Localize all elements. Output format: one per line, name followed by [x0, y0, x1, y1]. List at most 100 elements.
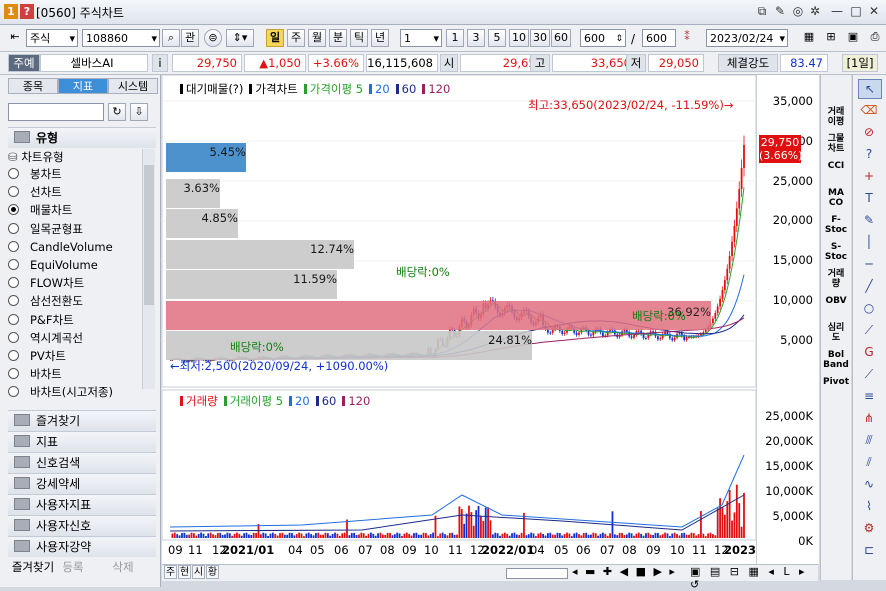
maximize-button[interactable]: □ — [849, 4, 863, 18]
chart-type-item[interactable]: P&F차트 — [8, 311, 74, 329]
indicator-button[interactable]: 거래 이평 — [821, 107, 851, 127]
radio-button[interactable] — [8, 368, 19, 380]
arrow-left-right-icon[interactable]: ⇤ — [6, 29, 24, 47]
tab-stocks[interactable]: 종목 — [8, 78, 58, 94]
period-tab[interactable]: 분 — [329, 29, 347, 47]
radio-button[interactable] — [8, 295, 19, 307]
tab-indicators[interactable]: 지표 — [58, 78, 108, 94]
save-icon[interactable]: ▣ — [844, 29, 862, 47]
tick-option-button[interactable]: 10 — [509, 29, 529, 47]
indicator-search-input[interactable] — [8, 103, 104, 121]
cycle-icon[interactable]: ⌇ — [858, 497, 880, 515]
channel-icon[interactable]: ⫽ — [858, 453, 880, 471]
stock-name[interactable]: 셀바스AI — [40, 54, 148, 72]
section-item[interactable]: 즐겨찾기 — [8, 410, 156, 431]
chart-type-item[interactable]: 선차트 — [8, 183, 62, 201]
plus-icon[interactable]: + — [858, 167, 880, 185]
count-total-field[interactable]: 600 — [642, 29, 676, 47]
indicator-button[interactable]: 거래 량 — [821, 269, 851, 289]
section-item[interactable]: 사용자지표 — [8, 494, 156, 515]
tick-option-button[interactable]: 1 — [446, 29, 464, 47]
chart-type-group[interactable]: ⛁ 차트유형 — [8, 149, 64, 165]
chart-type-item[interactable]: 바차트 — [8, 365, 62, 383]
close-button[interactable]: ✕ — [867, 4, 881, 18]
section-item[interactable]: 사용자강약 — [8, 536, 156, 557]
layout-icon[interactable]: ⊞ — [822, 29, 840, 47]
screen-number-badge[interactable]: 1 — [4, 4, 18, 19]
count-stepper[interactable]: 600 ⇕ — [580, 29, 626, 47]
gann-icon[interactable]: G — [858, 343, 880, 361]
radio-button[interactable] — [8, 186, 19, 198]
period-tab[interactable]: 주 — [287, 29, 305, 47]
vertical-line-icon[interactable]: │ — [858, 233, 880, 251]
market-select[interactable]: 주식 ▾ — [26, 29, 78, 47]
tick-option-button[interactable]: 5 — [488, 29, 506, 47]
stock-code-input[interactable]: 108860 ▾ — [82, 29, 160, 47]
chart-type-item[interactable]: 매물차트 — [8, 201, 72, 219]
chart-settings-icon[interactable]: ▦ — [800, 29, 818, 47]
refresh-icon[interactable]: ↻ — [108, 103, 126, 121]
download-icon[interactable]: ⇩ — [130, 103, 148, 121]
info-icon[interactable]: i — [152, 54, 168, 72]
radio-button[interactable] — [8, 277, 19, 289]
tick-select[interactable]: 1 ▾ — [400, 29, 442, 47]
indicator-button[interactable]: Pivot — [821, 377, 851, 387]
related-button[interactable]: 관 — [181, 29, 199, 47]
indicator-button[interactable]: S- Stoc — [821, 242, 851, 262]
radio-button[interactable] — [8, 350, 19, 361]
all-clear-icon[interactable]: ⊘ — [858, 123, 880, 141]
fan-line-icon[interactable]: ⫻ — [858, 431, 880, 449]
minimize-button[interactable]: — — [830, 4, 844, 18]
period-tab[interactable]: 일 — [266, 29, 284, 47]
indicator-button[interactable]: CCI — [821, 161, 851, 171]
radio-button[interactable] — [8, 222, 19, 234]
link-icon[interactable]: ⧉ — [755, 4, 769, 18]
section-item[interactable]: 사용자신호 — [8, 515, 156, 536]
indicator-button[interactable]: 심리 도 — [821, 323, 851, 343]
chart-type-item[interactable]: 바차트(시고저종) — [8, 383, 113, 401]
chart-type-item[interactable]: 일목균형표 — [8, 220, 83, 238]
list-scrollbar[interactable] — [142, 149, 155, 389]
section-item[interactable]: 강세약세 — [8, 473, 156, 494]
indicator-button[interactable]: Bol Band — [821, 350, 851, 370]
up-down-stepper[interactable]: ⇕▾ — [226, 29, 254, 47]
view-controls[interactable]: ▣ ▤ ⊟ ▦ ◂ L ▸ ↺ — [690, 565, 818, 591]
chart-type-item[interactable]: EquiVolume — [8, 256, 98, 274]
chart-type-item[interactable]: 삼선전환도 — [8, 292, 83, 310]
tick-option-button[interactable]: 3 — [467, 29, 485, 47]
bottom-view-tab[interactable]: 주 — [164, 565, 177, 579]
radio-button[interactable] — [8, 204, 19, 216]
speed-line-icon[interactable]: ⟋ — [858, 365, 880, 383]
section-item[interactable]: 지표 — [8, 431, 156, 452]
bottom-view-tab[interactable]: 현 — [178, 565, 191, 579]
search-icon[interactable]: ⌕ — [162, 29, 180, 47]
chart-type-item[interactable]: PV차트 — [8, 347, 66, 365]
bottom-view-tab[interactable]: 황 — [206, 565, 219, 579]
pencil-icon[interactable]: ✎ — [858, 211, 880, 229]
chart-type-item[interactable]: 역시계곡선 — [8, 329, 83, 347]
camera-icon[interactable]: ◎ — [791, 4, 805, 18]
chart-area[interactable]: 대기매물(?) 가격차트 가격이평 5 20 60 120 거래량 거래이평 5 20 60 12… — [162, 75, 776, 564]
radio-button[interactable] — [8, 331, 19, 343]
radio-button[interactable] — [8, 168, 19, 179]
indicator-button[interactable]: 그물 차트 — [821, 134, 851, 154]
date-picker[interactable]: 2023/02/24 ▾ — [706, 29, 788, 47]
eraser-icon[interactable]: ⌫ — [858, 101, 880, 119]
help-icon[interactable]: ? — [858, 145, 880, 163]
circle-icon[interactable]: ○ — [858, 299, 880, 317]
tick-option-button[interactable]: 60 — [551, 29, 571, 47]
chart-type-item[interactable]: 봉차트 — [8, 165, 62, 183]
auto-icon[interactable]: ⚙ — [858, 519, 880, 537]
gear-icon[interactable]: ✲ — [808, 4, 822, 18]
fibonacci-fan-icon[interactable]: ⋔ — [858, 409, 880, 427]
tick-option-button[interactable]: 30 — [530, 29, 550, 47]
radio-button[interactable] — [8, 313, 19, 325]
radio-button[interactable] — [8, 386, 19, 398]
section-item[interactable]: 신호검색 — [8, 452, 156, 473]
scroll-controls[interactable]: ◂ ▬ ✚ ◀ ■ ▶ ▸ — [572, 565, 677, 578]
radio-button[interactable] — [8, 240, 19, 252]
refresh-icon[interactable]: ⊜ — [204, 29, 222, 47]
wave-icon[interactable]: ∿ — [858, 475, 880, 493]
zoom-slider[interactable] — [506, 568, 568, 579]
period-tab[interactable]: 틱 — [350, 29, 368, 47]
